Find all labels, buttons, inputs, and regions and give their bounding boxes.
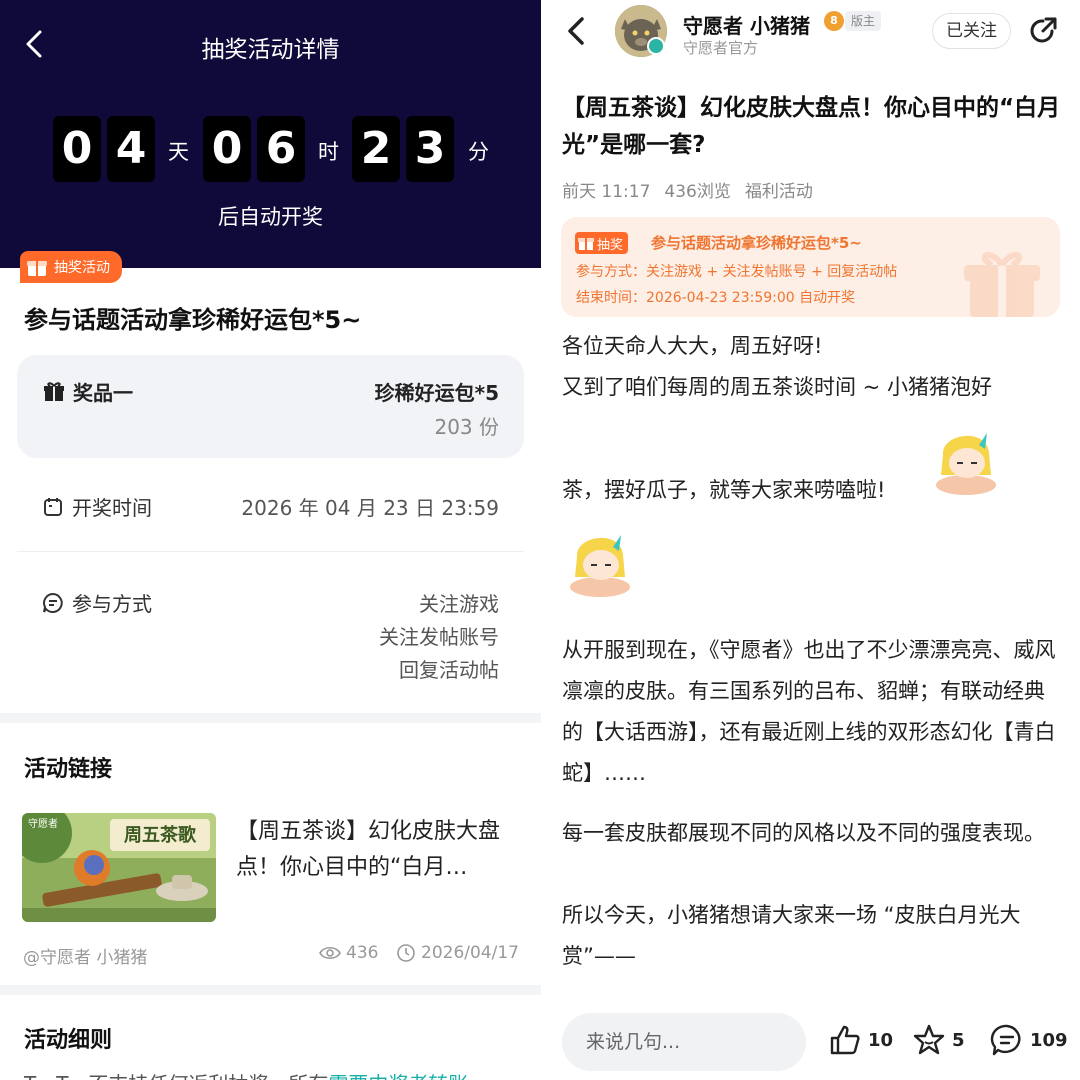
countdown-timer: 0 4 天 0 6 时 2 3 分 xyxy=(0,116,541,182)
gift-watermark-icon xyxy=(964,251,1040,317)
favorite-count: 5 xyxy=(952,1029,965,1051)
section-separator xyxy=(0,713,541,723)
sticker-emoji xyxy=(570,535,630,597)
activity-rules-text: T，T，不支持任何返利抽奖，所有需要中奖者转账 xyxy=(24,1068,468,1080)
participation-item: 回复活动帖 xyxy=(399,658,499,682)
sticker-emoji xyxy=(936,433,996,495)
lottery-card-endtime: 结束时间：2026-04-23 23:59:00 自动开奖 xyxy=(576,290,856,306)
link-date: 2026/04/17 xyxy=(396,943,519,963)
activity-link-title[interactable]: 【周五茶谈】幻化皮肤大盘点！你心目中的“白月… xyxy=(236,814,521,886)
clock-icon xyxy=(397,944,415,962)
post-time: 前天 11:17 xyxy=(562,182,651,202)
lottery-card-title: 参与话题活动拿珍稀好运包*5~ xyxy=(651,234,862,252)
gift-icon xyxy=(578,238,594,250)
participation-item: 关注游戏 xyxy=(419,592,499,616)
post-paragraph: 茶，摆好瓜子，就等大家来唠嗑啦! xyxy=(562,478,886,502)
page-title: 抽奖活动详情 xyxy=(201,37,340,63)
prize-count: 203 份 xyxy=(434,415,499,439)
prize-card: 奖品一 珍稀好运包*5 203 份 xyxy=(17,355,524,458)
countdown-unit: 天 xyxy=(168,140,189,164)
comment-icon xyxy=(990,1024,1021,1056)
post-paragraph: 又到了咱们每周的周五茶谈时间 ~ 小猪猪泡好 xyxy=(562,375,992,399)
activity-title: 参与话题活动拿珍稀好运包*5~ xyxy=(24,306,362,334)
countdown-digit: 0 xyxy=(203,116,251,182)
activity-link-heading: 活动链接 xyxy=(24,757,113,782)
calendar-icon xyxy=(44,497,62,516)
post-views: 436浏览 xyxy=(664,182,731,202)
countdown-unit: 分 xyxy=(468,140,489,164)
star-icon xyxy=(913,1024,945,1055)
eye-icon xyxy=(319,946,341,960)
activity-rules-heading: 活动细则 xyxy=(24,1028,113,1053)
lottery-card[interactable]: 抽奖 参与话题活动拿珍稀好运包*5~ 参与方式：关注游戏 + 关注发帖账号 + … xyxy=(561,217,1060,317)
gift-icon xyxy=(44,381,64,401)
activity-link-thumbnail[interactable]: 周五茶歌 守愿者 xyxy=(22,813,216,922)
post-category[interactable]: 福利活动 xyxy=(745,182,813,202)
participation-methods: 关注游戏 关注发帖账号 回复活动帖 xyxy=(379,588,499,687)
verified-badge-icon xyxy=(647,37,665,55)
bottom-action-bar: 来说几句... 10 5 109 xyxy=(541,996,1080,1080)
link-views: 436 xyxy=(319,943,378,963)
draw-time-value: 2026 年 04 月 23 日 23:59 xyxy=(241,496,499,520)
countdown-digit: 0 xyxy=(53,116,101,182)
share-icon[interactable] xyxy=(1026,14,1060,48)
author-name[interactable]: 守愿者 小猪猪 xyxy=(683,10,810,39)
chat-icon xyxy=(43,592,63,613)
participation-item: 关注发帖账号 xyxy=(379,625,499,649)
like-count: 10 xyxy=(868,1029,894,1051)
divider xyxy=(17,551,524,552)
countdown-digit: 4 xyxy=(107,116,155,182)
comment-button[interactable]: 109 xyxy=(990,1023,1068,1057)
lottery-card-method: 参与方式：关注游戏 + 关注发帖账号 + 回复活动帖 xyxy=(576,264,898,280)
favorite-button[interactable]: 5 xyxy=(912,1023,965,1057)
thumbs-up-icon xyxy=(830,1025,860,1055)
post-paragraph: 各位天命人大大，周五好呀! xyxy=(562,334,823,358)
section-separator xyxy=(0,985,541,995)
rules-highlight: 需要中奖者转账 xyxy=(328,1072,468,1080)
thumb-text: 周五茶歌 xyxy=(124,824,197,846)
lottery-tag: 抽奖 xyxy=(575,232,629,254)
countdown-caption: 后自动开奖 xyxy=(218,205,323,229)
back-arrow-icon[interactable] xyxy=(561,14,593,48)
level-badge: 8 xyxy=(824,11,844,31)
gift-icon xyxy=(27,261,47,276)
prize-label: 奖品一 xyxy=(43,377,133,406)
post-paragraph: 从开服到现在，《守愿者》也出了不少漂漂亮亮、威风凛凛的皮肤。有三国系列的吕布、貂… xyxy=(562,638,1056,785)
author-subtitle: 守愿者官方 xyxy=(683,39,759,57)
moderator-tag: 版主 xyxy=(845,11,882,31)
countdown-digit: 6 xyxy=(257,116,305,182)
countdown-unit: 时 xyxy=(318,140,339,164)
lottery-badge: 抽奖活动 xyxy=(20,251,122,283)
post-detail-panel: 守愿者 小猪猪 8 版主 守愿者官方 已关注 【周五茶谈】幻化皮肤大盘点！你心目… xyxy=(541,0,1080,1080)
post-paragraph: 所以今天，小猪猪想请大家来一场 “皮肤白月光大赏”—— xyxy=(562,903,1021,968)
link-author[interactable]: @守愿者 小猪猪 xyxy=(23,943,147,968)
countdown-hero: 抽奖活动详情 0 4 天 0 6 时 2 3 分 后自动开奖 xyxy=(0,0,541,268)
thumbnail-image: 周五茶歌 守愿者 xyxy=(22,813,216,922)
badge-label: 抽奖活动 xyxy=(54,260,110,276)
comment-input[interactable]: 来说几句... xyxy=(562,1013,806,1071)
draw-time-label: 开奖时间 xyxy=(42,492,152,521)
like-button[interactable]: 10 xyxy=(828,1023,893,1057)
lottery-detail-panel: 抽奖活动详情 0 4 天 0 6 时 2 3 分 后自动开奖 抽奖活动 参与话题… xyxy=(0,0,541,1080)
participation-label: 参与方式 xyxy=(42,588,152,617)
post-title: 【周五茶谈】幻化皮肤大盘点！你心目中的“白月光”是哪一套? xyxy=(562,95,1061,158)
post-paragraph: 每一套皮肤都展现不同的风格以及不同的强度表现。 xyxy=(562,821,1045,845)
prize-name: 珍稀好运包*5 xyxy=(374,381,499,405)
post-meta: 前天 11:17 436浏览 福利活动 xyxy=(562,177,827,202)
countdown-digit: 2 xyxy=(352,116,400,182)
countdown-digit: 3 xyxy=(406,116,454,182)
thumb-logo: 守愿者 xyxy=(28,817,58,830)
comment-count: 109 xyxy=(1030,1029,1068,1051)
follow-button[interactable]: 已关注 xyxy=(932,13,1011,49)
